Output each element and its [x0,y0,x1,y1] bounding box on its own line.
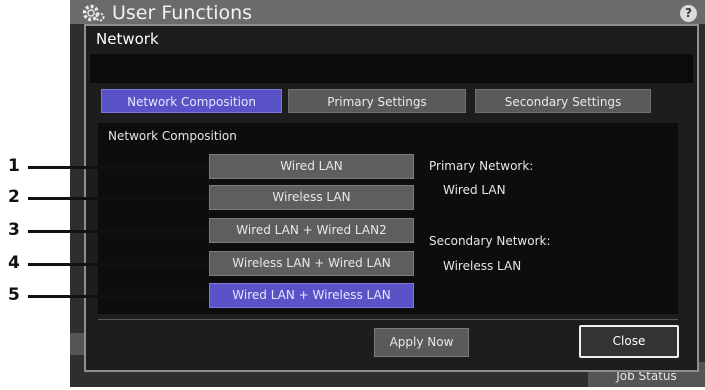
tab-primary-settings[interactable]: Primary Settings [288,89,466,113]
apply-now-button[interactable]: Apply Now [374,328,469,357]
callout-number: 2 [8,187,20,207]
callout-number: 3 [8,220,20,240]
option-wired-lan-wired-lan2[interactable]: Wired LAN + Wired LAN2 [209,218,414,243]
app-title: User Functions [112,2,253,24]
option-wired-lan-wireless-lan[interactable]: Wired LAN + Wireless LAN [209,283,414,308]
callout-line [28,166,209,169]
tab-secondary-settings[interactable]: Secondary Settings [475,89,651,113]
gear-icon [82,4,105,22]
primary-network-value: Wired LAN [443,183,506,197]
callout-line [28,230,209,233]
help-icon[interactable]: ? [680,5,697,22]
callout-number: 4 [8,253,20,273]
tab-network-composition[interactable]: Network Composition [101,89,282,113]
callout-number: 1 [8,156,20,176]
secondary-network-value: Wireless LAN [443,259,522,273]
background-tab [70,333,84,355]
option-wireless-lan-wired-lan[interactable]: Wireless LAN + Wired LAN [209,251,414,276]
close-button[interactable]: Close [579,325,679,358]
callout-line [28,197,209,200]
callout-line [28,263,209,266]
option-wired-lan[interactable]: Wired LAN [209,154,414,179]
panel-heading: Network Composition [108,129,237,143]
callout-line [28,295,209,298]
callout-number: 5 [8,285,20,305]
primary-network-label: Primary Network: [429,159,534,173]
message-bar [90,54,693,83]
dialog-title: Network [96,30,159,48]
footer-divider [98,319,678,320]
secondary-network-label: Secondary Network: [429,234,551,248]
option-wireless-lan[interactable]: Wireless LAN [209,185,414,210]
